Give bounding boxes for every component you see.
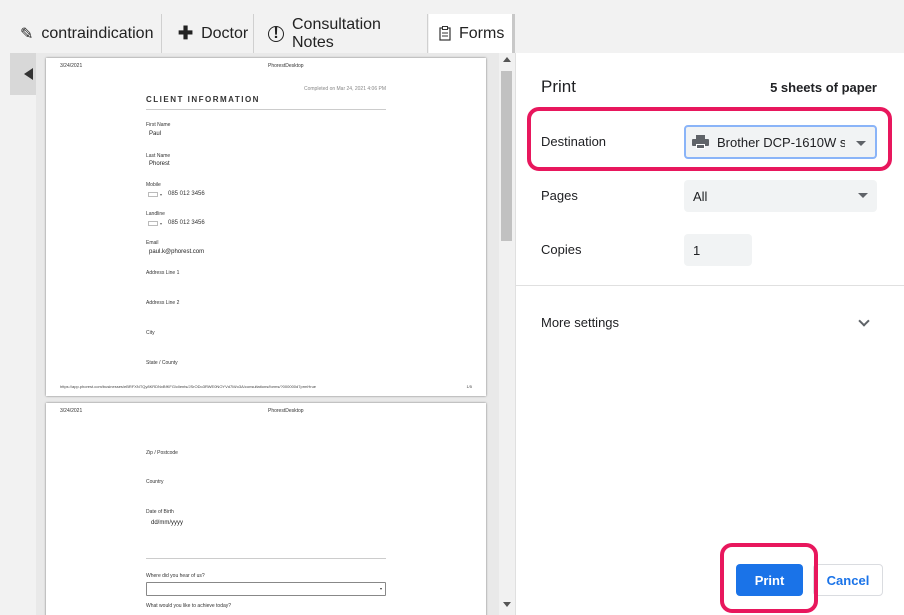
destination-select[interactable]: Brother DCP-1610W series <box>684 125 877 159</box>
field-label: Address Line 2 <box>146 300 180 306</box>
sheet-count: 5 sheets of paper <box>770 80 877 95</box>
pages-select[interactable]: All <box>684 180 877 212</box>
copies-label: Copies <box>541 242 582 257</box>
country-flag-box <box>148 192 158 197</box>
clipboard-icon <box>439 26 451 41</box>
country-flag-box <box>148 221 158 226</box>
more-settings-toggle[interactable]: More settings <box>541 315 619 330</box>
field-label: Landline <box>146 211 165 217</box>
divider <box>146 558 386 559</box>
tab-label: Doctor <box>201 24 249 42</box>
page-footer-number: 1/5 <box>466 384 472 389</box>
field-value: dd/mm/yyyy <box>151 520 184 526</box>
page-header-app: PhorestDesktop <box>268 408 304 414</box>
tab-label: Consultation Notes <box>291 15 381 51</box>
scroll-down-icon[interactable] <box>503 602 511 607</box>
destination-label: Destination <box>541 134 607 149</box>
chevron-down-icon[interactable] <box>858 315 870 327</box>
pages-value: All <box>693 188 708 204</box>
tab-bar: ✎ contraindication ✚ Doctor ! Consultati… <box>0 0 904 53</box>
field-label: Zip / Postcode <box>146 450 178 456</box>
print-preview: 3/24/2021 PhorestDesktop Completed on Ma… <box>36 53 515 615</box>
form-title: CLIENT INFORMATION <box>146 95 260 104</box>
print-button[interactable]: Print <box>736 564 803 596</box>
chevron-down-icon: ▾ <box>160 221 163 226</box>
field-value: 085 012 3456 <box>168 191 205 197</box>
divider <box>146 109 386 110</box>
field-label: First Name <box>146 122 171 128</box>
field-label: Date of Birth <box>146 509 174 515</box>
pencil-icon: ✎ <box>20 25 34 43</box>
chevron-down-icon <box>856 141 866 146</box>
field-label: Last Name <box>146 153 171 159</box>
field-value: Paul <box>149 131 162 137</box>
field-label: Address Line 1 <box>146 270 180 276</box>
plus-icon: ✚ <box>178 23 194 43</box>
print-settings-panel: Print 5 sheets of paper Destination Brot… <box>515 53 904 615</box>
back-arrow-icon[interactable] <box>24 68 33 80</box>
field-value: 085 012 3456 <box>168 220 205 226</box>
field-label: State / County <box>146 360 178 366</box>
chevron-down-icon: ▾ <box>379 586 382 591</box>
field-label: Mobile <box>146 182 161 188</box>
chevron-down-icon <box>858 193 868 198</box>
tab-contraindication[interactable]: ✎ contraindication <box>10 14 162 53</box>
preview-page-1: 3/24/2021 PhorestDesktop Completed on Ma… <box>46 58 486 396</box>
chevron-down-icon: ▾ <box>160 192 163 197</box>
copies-input[interactable]: 1 <box>684 234 752 266</box>
preview-scrollbar[interactable] <box>499 53 515 615</box>
page-header-date: 3/24/2021 <box>60 408 83 414</box>
field-label: Where did you hear of us? <box>146 573 205 579</box>
tab-label: Forms <box>459 24 505 42</box>
completed-timestamp: Completed on Mar 24, 2021 4:06 PM <box>304 86 386 92</box>
page-header-date: 3/24/2021 <box>60 63 83 69</box>
preview-page-2: 3/24/2021 PhorestDesktop Zip / Postcode … <box>46 403 486 615</box>
tab-consultation-notes[interactable]: ! Consultation Notes <box>258 14 428 53</box>
scroll-thumb[interactable] <box>501 71 512 241</box>
field-value: paul.k@phorest.com <box>149 249 205 255</box>
page-footer-url: https://app.phorest.com/businesses/eBRFX… <box>60 384 317 389</box>
page-header-app: PhorestDesktop <box>268 63 304 69</box>
hear-select: ▾ <box>146 582 386 596</box>
divider <box>516 285 904 286</box>
field-label: Email <box>146 240 159 246</box>
tab-label: contraindication <box>41 24 154 42</box>
panel-title: Print <box>541 77 576 96</box>
destination-value: Brother DCP-1610W series <box>717 134 845 150</box>
copies-value: 1 <box>693 242 701 258</box>
tab-doctor[interactable]: ✚ Doctor <box>168 14 254 53</box>
field-label: Country <box>146 479 164 485</box>
pages-label: Pages <box>541 188 578 203</box>
field-value: Phorest <box>149 161 170 167</box>
alert-circle-icon: ! <box>268 25 284 42</box>
field-label: What would you like to achieve today? <box>146 603 232 609</box>
scroll-up-icon[interactable] <box>503 57 511 62</box>
printer-icon <box>692 135 709 149</box>
field-label: City <box>146 330 155 336</box>
cancel-button[interactable]: Cancel <box>813 564 883 596</box>
tab-forms[interactable]: Forms <box>429 14 515 53</box>
